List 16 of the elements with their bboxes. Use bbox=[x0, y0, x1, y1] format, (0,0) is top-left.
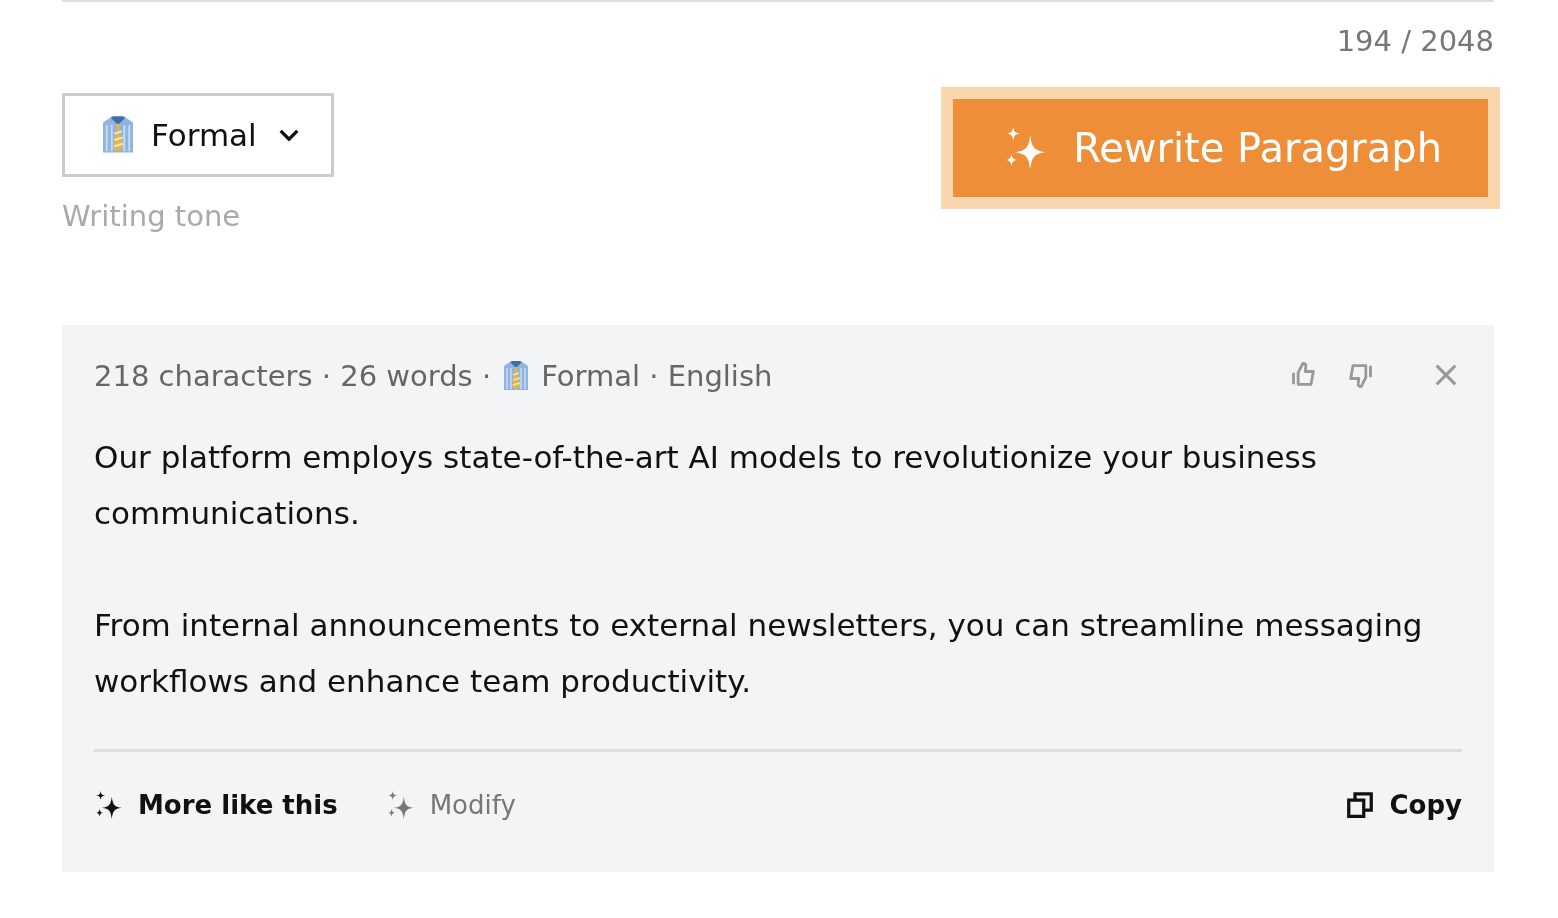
tone-dropdown[interactable]: Formal bbox=[62, 93, 334, 177]
copy-icon bbox=[1345, 790, 1376, 820]
character-counter: 194 / 2048 bbox=[1336, 24, 1494, 60]
result-stats: 218 characters · 26 words · bbox=[94, 359, 492, 393]
sparkles-icon bbox=[94, 790, 124, 820]
action-button[interactable]: More like this bbox=[94, 790, 338, 820]
sparkles-icon bbox=[385, 790, 416, 820]
thumbs-up-icon bbox=[1290, 361, 1318, 389]
thumbs-down-icon bbox=[1346, 361, 1374, 389]
result-tone-language: Formal · English bbox=[541, 359, 773, 393]
action-button: Modify bbox=[385, 790, 516, 820]
chevron-down-icon bbox=[278, 128, 299, 142]
result-paragraph: Our platform employs state-of-the-art AI models to revolutionize your business communications. bbox=[94, 438, 1318, 533]
copy-button[interactable]: Copy bbox=[1345, 790, 1462, 820]
dropdown-label: Writing tone bbox=[62, 199, 241, 233]
result-paragraph: From internal announcements to external newsletters, you can streamline messaging workflows and enhance team productivity. bbox=[94, 606, 1424, 701]
